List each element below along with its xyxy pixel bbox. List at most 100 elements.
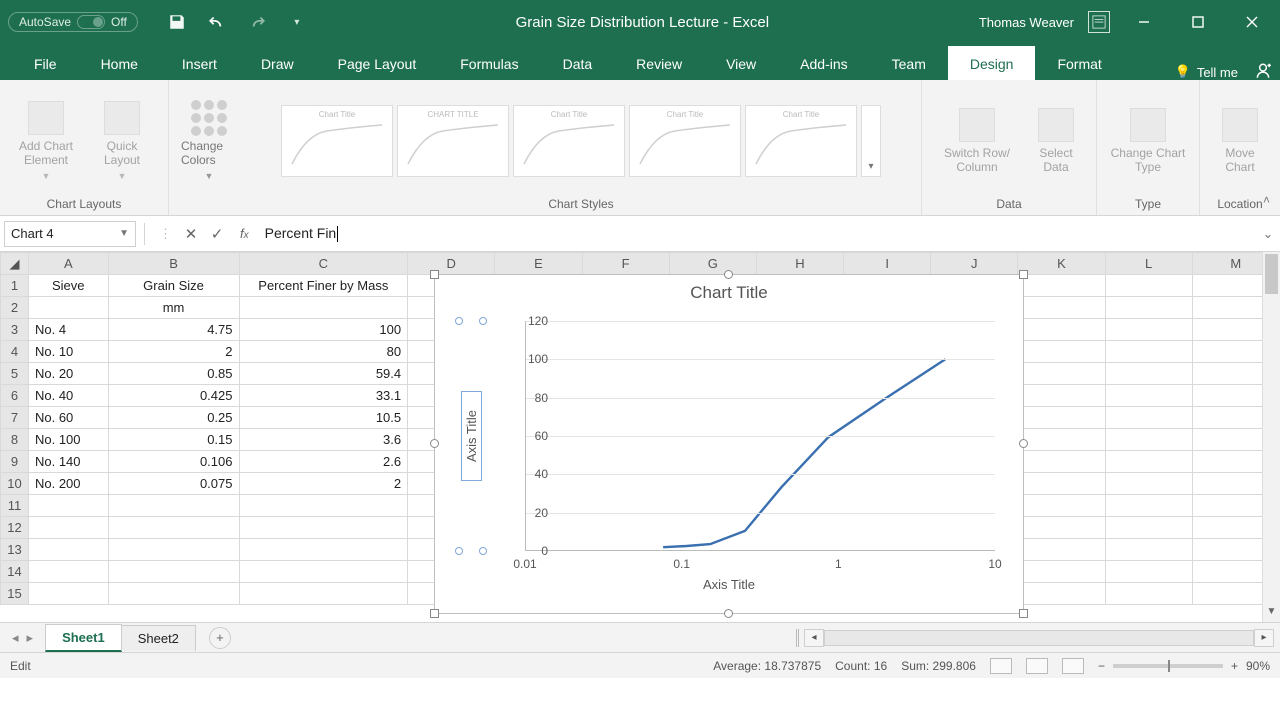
zoom-control[interactable]: − + 90% [1098,659,1270,673]
cell[interactable]: Percent Finer by Mass [239,275,408,297]
cell[interactable] [1018,539,1105,561]
cell[interactable]: 0.106 [108,451,239,473]
switch-row-column-button[interactable]: Switch Row/ Column [934,108,1020,174]
cell[interactable] [1105,451,1192,473]
cell[interactable]: 4.75 [108,319,239,341]
tab-file[interactable]: File [12,46,79,80]
cell[interactable]: 0.425 [108,385,239,407]
selection-handle[interactable] [455,547,463,555]
chart-style-5[interactable]: Chart Title [745,105,857,177]
cell[interactable] [1105,319,1192,341]
cell[interactable] [1105,561,1192,583]
row-header[interactable]: 6 [1,385,29,407]
row-header[interactable]: 10 [1,473,29,495]
name-box[interactable]: Chart 4 ▼ [4,221,136,247]
tab-insert[interactable]: Insert [160,46,239,80]
tab-view[interactable]: View [704,46,778,80]
minimize-button[interactable] [1124,7,1164,37]
cell[interactable] [1018,341,1105,363]
collapse-ribbon-button[interactable]: ˄ [1263,193,1270,207]
scrollbar-thumb[interactable] [1265,254,1278,294]
row-header[interactable]: 5 [1,363,29,385]
tab-page-layout[interactable]: Page Layout [316,46,439,80]
cell[interactable] [108,539,239,561]
cell[interactable] [108,561,239,583]
cell[interactable] [1105,583,1192,605]
cell[interactable]: 100 [239,319,408,341]
plot-area[interactable] [525,321,995,551]
row-header[interactable]: 4 [1,341,29,363]
tab-split-handle[interactable] [796,629,804,647]
cell[interactable] [108,495,239,517]
cell[interactable]: No. 20 [28,363,108,385]
zoom-in-button[interactable]: + [1231,659,1238,673]
cell[interactable] [28,495,108,517]
tab-formulas[interactable]: Formulas [438,46,540,80]
cell[interactable]: 33.1 [239,385,408,407]
cell[interactable]: No. 4 [28,319,108,341]
cell[interactable] [28,297,108,319]
expand-formula-bar-button[interactable]: ⌄ [1256,226,1280,242]
y-axis-title-selected[interactable]: Axis Title [459,321,483,551]
chart-style-2[interactable]: CHART TITLE [397,105,509,177]
chart-style-1[interactable]: Chart Title [281,105,393,177]
cell[interactable]: Sieve [28,275,108,297]
cell[interactable] [1018,407,1105,429]
cell[interactable] [1018,385,1105,407]
col-header[interactable]: I [844,253,931,275]
tell-me-search[interactable]: 💡 Tell me [1175,64,1246,80]
cell[interactable]: 80 [239,341,408,363]
tab-home[interactable]: Home [79,46,160,80]
cell[interactable]: No. 140 [28,451,108,473]
enter-formula-button[interactable]: ✓ [204,225,230,243]
row-header[interactable]: 14 [1,561,29,583]
save-icon[interactable] [168,13,186,31]
column-headers[interactable]: ◢ A B C D E F G H I J K L M [1,253,1280,275]
page-break-view-button[interactable] [1062,658,1084,674]
cell[interactable] [1018,297,1105,319]
cell[interactable]: Grain Size [108,275,239,297]
sheet-tab-sheet1[interactable]: Sheet1 [45,624,122,652]
cell[interactable]: 2.6 [239,451,408,473]
scroll-down-button[interactable]: ▼ [1263,606,1280,622]
cell[interactable] [1105,407,1192,429]
cell[interactable] [1018,451,1105,473]
cell[interactable] [28,539,108,561]
cell[interactable] [239,297,408,319]
chart-style-4[interactable]: Chart Title [629,105,741,177]
quick-layout-button[interactable]: Quick Layout ▼ [88,101,156,181]
row-header[interactable]: 13 [1,539,29,561]
resize-handle[interactable] [430,270,439,279]
resize-handle[interactable] [1019,609,1028,618]
cell[interactable]: 0.85 [108,363,239,385]
cell[interactable] [1018,561,1105,583]
row-header[interactable]: 8 [1,429,29,451]
cell[interactable]: No. 200 [28,473,108,495]
cell[interactable] [1105,363,1192,385]
cell[interactable] [1105,385,1192,407]
autosave-toggle[interactable]: AutoSave Off [8,12,138,32]
row-header[interactable]: 9 [1,451,29,473]
cell[interactable] [1018,275,1105,297]
cell[interactable]: 2 [239,473,408,495]
add-chart-element-button[interactable]: Add Chart Element ▼ [12,101,80,181]
cell[interactable]: 3.6 [239,429,408,451]
cell[interactable] [28,517,108,539]
share-button[interactable] [1246,62,1280,80]
cell[interactable] [28,583,108,605]
tab-design[interactable]: Design [948,46,1036,80]
select-data-button[interactable]: Select Data [1028,108,1084,174]
scroll-right-button[interactable]: ▸ [1254,629,1274,647]
cell[interactable] [1018,495,1105,517]
cell[interactable] [1105,495,1192,517]
cell[interactable]: No. 100 [28,429,108,451]
tab-addins[interactable]: Add-ins [778,46,869,80]
cell[interactable] [1105,517,1192,539]
normal-view-button[interactable] [990,658,1012,674]
row-header[interactable]: 2 [1,297,29,319]
row-header[interactable]: 7 [1,407,29,429]
new-sheet-button[interactable]: + [209,627,231,649]
cancel-formula-button[interactable]: ✕ [178,225,204,243]
page-layout-view-button[interactable] [1026,658,1048,674]
resize-handle[interactable] [430,609,439,618]
